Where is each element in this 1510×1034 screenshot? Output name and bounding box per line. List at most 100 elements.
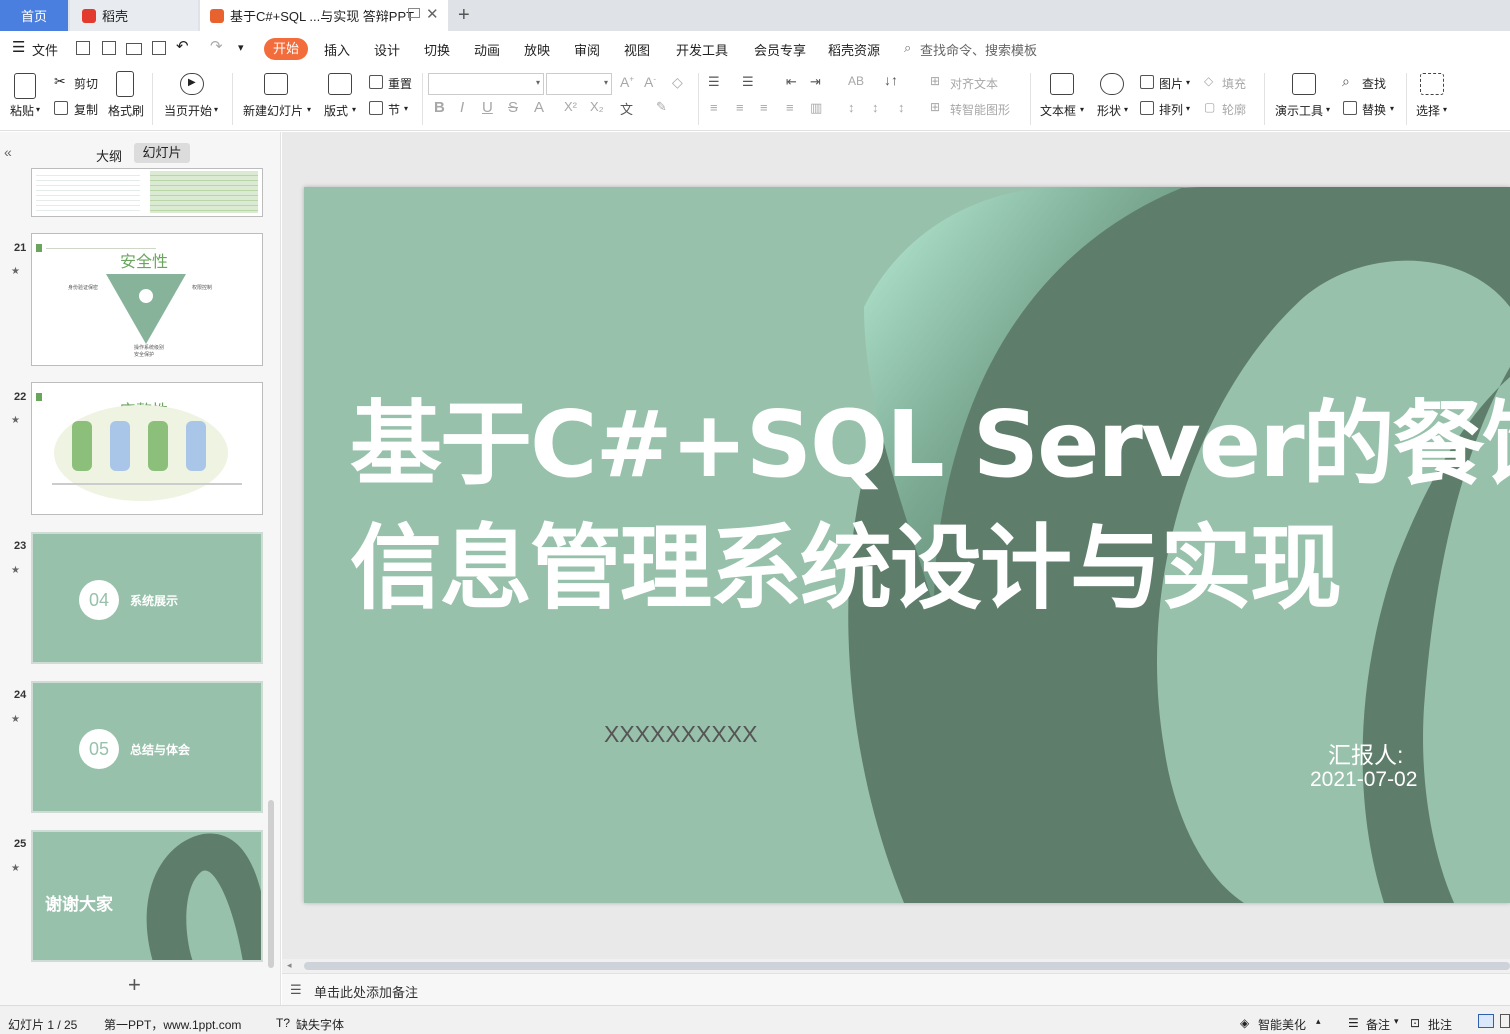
- section-icon[interactable]: [369, 101, 383, 115]
- new-tab-icon[interactable]: +: [458, 4, 470, 27]
- format-painter-button[interactable]: 格式刷: [108, 102, 144, 119]
- slide-thumbnail-24[interactable]: 05 总结与体会: [31, 681, 263, 813]
- shape-icon[interactable]: [1100, 73, 1124, 95]
- new-slide-dropdown-icon[interactable]: ▾: [307, 105, 311, 114]
- notes-dropdown-icon[interactable]: ▾: [1394, 1016, 1399, 1027]
- presenter-tools-button[interactable]: 演示工具: [1275, 102, 1323, 119]
- line-spacing-icon[interactable]: ↕: [848, 100, 855, 115]
- missing-font-icon[interactable]: T?: [276, 1016, 290, 1030]
- presenter-tools-icon[interactable]: [1292, 73, 1316, 95]
- menu-docer-resources[interactable]: 稻壳资源: [828, 40, 880, 59]
- font-family-combo[interactable]: ▾: [428, 73, 544, 95]
- menu-developer[interactable]: 开发工具: [676, 40, 728, 59]
- outline-button[interactable]: 轮廓: [1222, 101, 1246, 118]
- menu-insert[interactable]: 插入: [324, 40, 350, 59]
- align-left-icon[interactable]: ≡: [710, 100, 718, 115]
- save-icon[interactable]: [76, 41, 90, 55]
- strikethrough-icon[interactable]: S: [508, 99, 518, 116]
- from-current-dropdown-icon[interactable]: ▾: [214, 105, 218, 114]
- menu-membership[interactable]: 会员专享: [754, 40, 806, 59]
- fill-icon[interactable]: ◇: [1204, 74, 1213, 88]
- normal-view-icon[interactable]: [1478, 1014, 1494, 1028]
- clear-format-icon[interactable]: ◇: [672, 74, 683, 91]
- phonetic-icon[interactable]: 文: [620, 99, 633, 118]
- find-button[interactable]: 查找: [1362, 75, 1386, 92]
- menu-view[interactable]: 视图: [624, 40, 650, 59]
- increase-font-icon[interactable]: A+: [620, 74, 634, 90]
- scroll-left-icon[interactable]: ◂: [287, 960, 292, 971]
- subscript-icon[interactable]: X₂: [590, 99, 604, 114]
- undo-icon[interactable]: ↶: [176, 37, 189, 55]
- menu-transition[interactable]: 切换: [424, 40, 450, 59]
- italic-icon[interactable]: I: [460, 99, 464, 116]
- redo-icon[interactable]: ↷: [210, 37, 223, 55]
- beautify-dropdown-icon[interactable]: ▴: [1316, 1016, 1321, 1027]
- bold-icon[interactable]: B: [434, 99, 445, 116]
- slide-thumbnail-22[interactable]: 完整性: [31, 382, 263, 515]
- horizontal-scrollbar-thumb[interactable]: [304, 962, 1510, 970]
- layout-button[interactable]: 版式: [324, 102, 348, 119]
- picture-button[interactable]: 图片: [1159, 75, 1183, 92]
- align-right-icon[interactable]: ≡: [760, 100, 768, 115]
- font-size-dropdown-icon[interactable]: ▾: [604, 78, 608, 87]
- picture-icon[interactable]: [1140, 75, 1154, 89]
- menu-animation[interactable]: 动画: [474, 40, 500, 59]
- reset-icon[interactable]: [369, 75, 383, 89]
- outline-icon[interactable]: ▢: [1204, 100, 1215, 114]
- smart-shape-icon[interactable]: ⊞: [930, 100, 940, 114]
- search-icon[interactable]: ⌕: [904, 40, 911, 56]
- menu-design[interactable]: 设计: [374, 40, 400, 59]
- command-search[interactable]: 查找命令、搜索模板: [920, 40, 1037, 59]
- column-icon[interactable]: ↕: [898, 100, 905, 115]
- notes-toggle-icon[interactable]: ☰: [1348, 1016, 1359, 1030]
- preview-icon[interactable]: [152, 41, 166, 55]
- replace-button[interactable]: 替换: [1362, 101, 1386, 118]
- cut-icon[interactable]: ✂: [54, 73, 66, 90]
- align-text-button[interactable]: 对齐文本: [950, 75, 998, 92]
- arrange-icon[interactable]: [1140, 101, 1154, 115]
- paste-button[interactable]: 粘贴: [10, 102, 34, 119]
- beautify-icon[interactable]: ◈: [1240, 1016, 1249, 1030]
- select-dropdown-icon[interactable]: ▾: [1443, 105, 1447, 114]
- decrease-indent-icon[interactable]: ⇤: [786, 74, 797, 90]
- close-tab-icon[interactable]: ✕: [426, 5, 439, 23]
- comment-button[interactable]: 批注: [1428, 1016, 1452, 1033]
- sort-icon[interactable]: ↓↑: [884, 72, 898, 88]
- section-button[interactable]: 节: [388, 101, 400, 118]
- increase-indent-icon[interactable]: ⇥: [810, 74, 821, 90]
- paste-dropdown-icon[interactable]: ▾: [36, 105, 40, 114]
- replace-dropdown-icon[interactable]: ▾: [1390, 104, 1394, 113]
- shape-dropdown-icon[interactable]: ▾: [1124, 105, 1128, 114]
- reset-button[interactable]: 重置: [388, 75, 412, 92]
- fill-button[interactable]: 填充: [1222, 75, 1246, 92]
- superscript-icon[interactable]: X²: [564, 99, 577, 114]
- slide-thumbnail-25[interactable]: 谢谢大家: [31, 830, 263, 962]
- new-slide-icon[interactable]: [264, 73, 288, 95]
- tab-slides[interactable]: 幻灯片: [134, 143, 190, 163]
- sorter-view-icon[interactable]: [1500, 1014, 1510, 1028]
- add-slide-icon[interactable]: +: [128, 972, 141, 998]
- window-icon[interactable]: [408, 8, 420, 18]
- decrease-font-icon[interactable]: A-: [644, 74, 656, 90]
- tab-docer[interactable]: 稻壳: [70, 0, 198, 31]
- justify-icon[interactable]: ≡: [786, 100, 794, 115]
- tab-document[interactable]: 基于C#+SQL ...与实现 答辩PPT ✕: [200, 0, 448, 31]
- textbox-button[interactable]: 文本框: [1040, 102, 1076, 119]
- paste-icon[interactable]: [14, 73, 36, 99]
- slide-thumbnail-21[interactable]: 安全性 身份验证保密 权限控制 操作系统级别 安全保护: [31, 233, 263, 366]
- textbox-icon[interactable]: [1050, 73, 1074, 95]
- missing-font-button[interactable]: 缺失字体: [296, 1016, 344, 1033]
- distribute-icon[interactable]: ▥: [810, 100, 822, 116]
- slide-author[interactable]: XXXXXXXXXX: [604, 721, 757, 748]
- font-size-combo[interactable]: ▾: [546, 73, 612, 95]
- picture-dropdown-icon[interactable]: ▾: [1186, 78, 1190, 87]
- arrange-button[interactable]: 排列: [1159, 101, 1183, 118]
- text-direction-icon[interactable]: AB: [848, 74, 864, 88]
- export-icon[interactable]: [102, 41, 116, 55]
- print-icon[interactable]: [126, 43, 142, 55]
- arrange-dropdown-icon[interactable]: ▾: [1186, 104, 1190, 113]
- tab-outline[interactable]: 大纲: [96, 146, 122, 165]
- slide-reporter-label[interactable]: 汇报人:: [1328, 736, 1403, 770]
- menu-start[interactable]: 开始: [264, 38, 308, 60]
- presenter-tools-dropdown-icon[interactable]: ▾: [1326, 105, 1330, 114]
